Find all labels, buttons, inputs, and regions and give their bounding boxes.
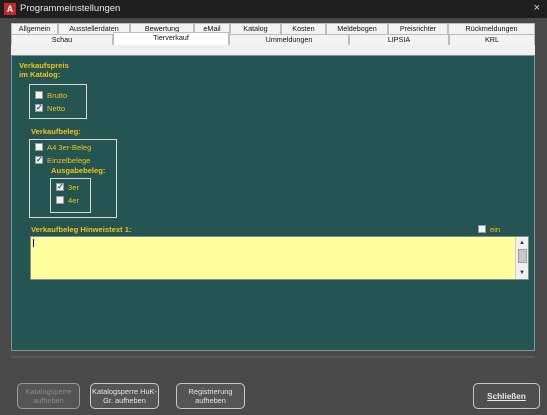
- tab-katalog[interactable]: Katalog: [230, 23, 281, 34]
- schliessen-button[interactable]: Schließen: [473, 383, 540, 409]
- app-icon: A: [4, 3, 16, 15]
- tab-kosten[interactable]: Kosten: [281, 23, 326, 34]
- einzelbelege-label: Einzelbelege: [47, 156, 91, 165]
- einzelbelege-checkbox[interactable]: [35, 155, 43, 164]
- tab-rueckmeldungen[interactable]: Rückmeldungen: [448, 23, 535, 34]
- scroll-thumb[interactable]: [518, 249, 527, 263]
- verkaufspreis-title-line2: im Katalog:: [19, 69, 61, 79]
- brutto-checkbox[interactable]: [35, 91, 43, 99]
- title-bar: A Programmeinstellungen ×: [0, 0, 547, 18]
- hinweistext-input[interactable]: ▲ ▼: [30, 236, 529, 280]
- tab-row-1: Allgemein Ausstellerdaten Bewertung eMai…: [11, 23, 535, 34]
- tab-lipsia[interactable]: LIPSIA: [349, 34, 449, 45]
- window-title: Programmeinstellungen: [20, 3, 121, 14]
- 3er-label: 3er: [68, 183, 79, 192]
- scroll-down-icon[interactable]: ▼: [516, 268, 528, 278]
- brutto-label: Brutto: [47, 91, 68, 100]
- tab-schau[interactable]: Schau: [11, 34, 113, 45]
- tab-krl[interactable]: KRL: [449, 34, 535, 45]
- verkaufspreis-box: [29, 84, 87, 119]
- close-icon[interactable]: ×: [534, 2, 540, 15]
- settings-window: A Programmeinstellungen × Allgemein Auss…: [0, 0, 547, 415]
- verkaufbeleg-title: Verkaufbeleg:: [31, 127, 81, 136]
- ein-checkbox[interactable]: [478, 225, 486, 233]
- 3er-checkbox[interactable]: [56, 182, 64, 191]
- a4-3er-beleg-checkbox[interactable]: [35, 143, 43, 151]
- a4-3er-beleg-label: A4 3er-Beleg: [47, 143, 92, 152]
- separator: [11, 356, 535, 358]
- option-3er[interactable]: 3er: [56, 182, 79, 192]
- hinweistext-title: Verkaufbeleg Hinweistext 1:: [31, 225, 132, 234]
- katalogsperre-huk-aufheben-button[interactable]: Katalogsperre HuK-Gr. aufheben: [90, 383, 159, 409]
- textarea-scrollbar[interactable]: ▲ ▼: [515, 237, 528, 279]
- option-netto[interactable]: Netto: [35, 103, 66, 113]
- text-caret: [33, 239, 34, 247]
- registrierung-aufheben-button[interactable]: Registrierung aufheben: [176, 383, 245, 409]
- option-a4-3er-beleg[interactable]: A4 3er-Beleg: [35, 143, 91, 152]
- 4er-label: 4er: [68, 196, 79, 205]
- option-ein[interactable]: ein: [478, 225, 500, 234]
- option-brutto[interactable]: Brutto: [35, 91, 67, 100]
- netto-checkbox[interactable]: [35, 103, 43, 112]
- option-einzelbelege[interactable]: Einzelbelege: [35, 155, 91, 165]
- scroll-up-icon[interactable]: ▲: [516, 238, 528, 248]
- tab-preisrichter[interactable]: Preisrichter: [388, 23, 448, 34]
- tab-strip: Allgemein Ausstellerdaten Bewertung eMai…: [11, 23, 535, 55]
- tab-ummeldungen[interactable]: Ummeldungen: [229, 34, 349, 45]
- netto-label: Netto: [47, 104, 66, 113]
- option-4er[interactable]: 4er: [56, 196, 79, 205]
- tab-meldebogen[interactable]: Meldebogen: [326, 23, 388, 34]
- 4er-checkbox[interactable]: [56, 196, 64, 204]
- ein-label: ein: [490, 225, 501, 234]
- ausgabebeleg-title: Ausgabebeleg:: [51, 166, 106, 175]
- katalogsperre-aufheben-button[interactable]: Katalogsperre aufheben: [17, 383, 80, 409]
- verkaufspreis-title: Verkaufspreis im Katalog:: [19, 61, 69, 79]
- tab-allgemein[interactable]: Allgemein: [11, 23, 58, 34]
- tab-row-2: Schau Tierverkauf Ummeldungen LIPSIA KRL: [11, 32, 535, 45]
- tab-tierverkauf[interactable]: Tierverkauf: [113, 32, 229, 45]
